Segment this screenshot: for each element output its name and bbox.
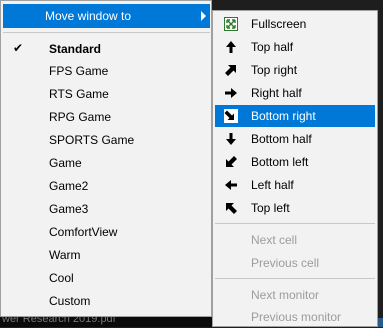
fullscreen-icon [224, 17, 238, 31]
submenu-item-label: Left half [251, 178, 294, 192]
arrow-up-left-icon [224, 201, 238, 215]
checkmark-icon: ✔ [13, 41, 24, 55]
move-window-submenu: Fullscreen Top half Top right Right half… [212, 10, 378, 327]
menu-item-label: SPORTS Game [49, 133, 135, 147]
menu-item-custom[interactable]: Custom [3, 290, 210, 312]
arrow-right-icon [224, 86, 238, 100]
menu-item-label: Game2 [49, 179, 89, 193]
menu-item-game[interactable]: Game [3, 152, 210, 174]
menu-item-warm[interactable]: Warm [3, 244, 210, 266]
arrow-down-icon [224, 132, 238, 146]
submenu-item-bottom-right[interactable]: Bottom right [215, 105, 375, 127]
menu-item-rpg-game[interactable]: RPG Game [3, 106, 210, 128]
submenu-item-top-right[interactable]: Top right [215, 59, 375, 81]
move-window-to-menu-item[interactable]: Move window to [3, 4, 210, 28]
submenu-item-label: Next cell [251, 233, 298, 247]
menu-separator [3, 32, 210, 33]
menu-item-label: ComfortView [49, 225, 118, 239]
submenu-item-fullscreen[interactable]: Fullscreen [215, 13, 375, 35]
arrow-up-icon [224, 40, 238, 54]
menu-item-game3[interactable]: Game3 [3, 198, 210, 220]
submenu-item-label: Previous cell [251, 256, 320, 270]
arrow-left-icon [224, 178, 238, 192]
submenu-item-label: Fullscreen [251, 17, 307, 31]
menu-item-standard[interactable]: ✔ Standard [3, 38, 210, 60]
submenu-arrow-icon [201, 11, 206, 21]
menu-item-label: RPG Game [49, 110, 112, 124]
submenu-item-label: Previous monitor [251, 310, 342, 324]
menu-item-label: Cool [49, 271, 74, 285]
submenu-item-previous-cell[interactable]: Previous cell [215, 252, 375, 274]
submenu-item-label: Bottom half [251, 132, 312, 146]
submenu-item-top-left[interactable]: Top left [215, 197, 375, 219]
submenu-separator [215, 223, 375, 224]
arrow-down-right-icon [224, 109, 238, 123]
submenu-item-label: Top half [251, 40, 294, 54]
submenu-item-label: Bottom right [251, 109, 316, 123]
menu-item-label: Game [49, 156, 82, 170]
menu-item-label: Custom [49, 294, 91, 308]
context-menu: Move window to ✔ Standard FPS Game RTS G… [0, 0, 212, 317]
submenu-item-label: Top right [251, 63, 298, 77]
menu-item-game2[interactable]: Game2 [3, 175, 210, 197]
menu-item-fps-game[interactable]: FPS Game [3, 60, 210, 82]
menu-item-sports-game[interactable]: SPORTS Game [3, 129, 210, 151]
arrow-down-left-icon [224, 155, 238, 169]
menu-item-label: RTS Game [49, 87, 109, 101]
submenu-item-label: Top left [251, 201, 290, 215]
submenu-item-label: Right half [251, 86, 302, 100]
submenu-item-bottom-half[interactable]: Bottom half [215, 128, 375, 150]
submenu-item-label: Bottom left [251, 155, 309, 169]
menu-item-label: Game3 [49, 202, 89, 216]
submenu-item-top-half[interactable]: Top half [215, 36, 375, 58]
arrow-up-right-icon [224, 63, 238, 77]
submenu-item-bottom-left[interactable]: Bottom left [215, 151, 375, 173]
menu-item-label: Move window to [45, 9, 132, 23]
menu-item-comfortview[interactable]: ComfortView [3, 221, 210, 243]
submenu-item-right-half[interactable]: Right half [215, 82, 375, 104]
submenu-item-previous-monitor[interactable]: Previous monitor [215, 306, 375, 328]
submenu-separator [215, 278, 375, 279]
submenu-item-next-monitor[interactable]: Next monitor [215, 284, 375, 306]
menu-item-label: Warm [49, 248, 81, 262]
submenu-item-left-half[interactable]: Left half [215, 174, 375, 196]
menu-item-rts-game[interactable]: RTS Game [3, 83, 210, 105]
menu-item-label: Standard [49, 42, 102, 56]
submenu-item-label: Next monitor [251, 288, 320, 302]
menu-item-cool[interactable]: Cool [3, 267, 210, 289]
submenu-item-next-cell[interactable]: Next cell [215, 229, 375, 251]
menu-item-label: FPS Game [49, 64, 109, 78]
